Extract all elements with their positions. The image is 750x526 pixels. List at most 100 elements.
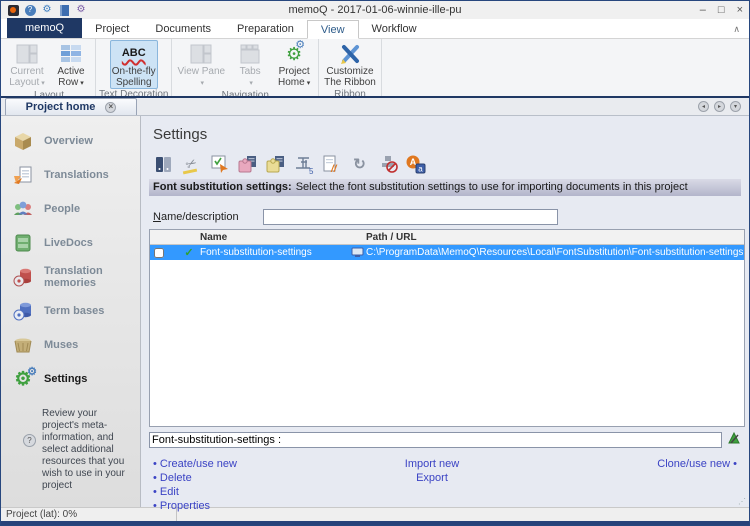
svg-text:a: a: [418, 164, 423, 173]
edit-resource-icon[interactable]: [727, 431, 741, 449]
tab-workflow[interactable]: Workflow: [359, 19, 430, 38]
people-icon: [9, 197, 37, 221]
clone-use-new-link[interactable]: Clone/use new: [657, 458, 737, 472]
autocorrect-document-icon[interactable]: //: [319, 152, 344, 175]
status-bar: Project (lat): 0%: [1, 507, 749, 521]
livedocs-cabinet-icon: [9, 231, 37, 255]
forward-button[interactable]: ▸: [714, 101, 725, 112]
rows-icon: [52, 41, 90, 66]
resize-grip[interactable]: ⋰: [738, 497, 747, 506]
settings-pane: Settings ✂ 5: [141, 116, 749, 507]
current-layout-button[interactable]: Current Layout▾: [6, 40, 48, 90]
ribbon-tab-strip: memoQ Project Documents Preparation View…: [1, 19, 749, 39]
action-links: Create/use new Delete Edit Properties Im…: [149, 458, 741, 507]
svg-text://: //: [330, 164, 338, 175]
title-bar: ? ⚙ ⚙ memoQ - 2017-01-06-winnie-ille-pu …: [1, 1, 749, 19]
sidebar-item-translation-memories[interactable]: Translation memories: [1, 260, 140, 294]
ribbon-group-ribbon: Customize The Ribbon Ribbon: [319, 39, 382, 96]
name-description-input[interactable]: [263, 209, 558, 225]
ignore-lists-stamp-icon[interactable]: [375, 152, 400, 175]
properties-link[interactable]: Properties: [153, 500, 237, 514]
edit-link[interactable]: Edit: [153, 486, 237, 500]
font-substitution-icon[interactable]: Aa: [403, 152, 428, 175]
delete-link[interactable]: Delete: [153, 472, 237, 486]
window-title: memoQ - 2017-01-06-winnie-ille-pu: [1, 4, 749, 16]
maximize-button[interactable]: □: [718, 4, 725, 16]
pane-tab-strip: Project home × ◂ ▸ ▾: [1, 98, 749, 116]
term-bases-icon: [9, 299, 37, 323]
default-check-icon: ✓: [180, 246, 198, 259]
table-header-row: Name Path / URL: [150, 230, 744, 245]
dropdown-icon: ▾: [249, 80, 253, 87]
resource-name-cell: Font-substitution-settings: [198, 247, 348, 258]
project-home-gears-icon: ⚙⚙: [275, 41, 313, 66]
tab-project[interactable]: Project: [82, 19, 142, 38]
page-title: Settings: [153, 126, 741, 143]
resource-path-cell: C:\ProgramData\MemoQ\Resources\Local\Fon…: [366, 247, 744, 258]
sync-gears-icon[interactable]: ⚙: [41, 4, 53, 16]
active-row-button[interactable]: Active Row▾: [50, 40, 92, 90]
dropdown-icon: ▾: [307, 80, 311, 87]
muses-basket-icon: [9, 333, 37, 357]
resource-console-icon[interactable]: [58, 4, 70, 16]
settings-gear-icon: ⚙⚙: [9, 367, 37, 391]
crossed-pencils-icon: [324, 41, 376, 66]
customize-ribbon-button[interactable]: Customize The Ribbon: [322, 40, 378, 89]
import-new-link[interactable]: Import new: [387, 458, 477, 472]
create-use-new-link[interactable]: Create/use new: [153, 458, 237, 472]
sidebar-item-term-bases[interactable]: Term bases: [1, 294, 140, 328]
project-home-sidebar: Overview Translations People LiveDocs: [1, 116, 141, 507]
settings-help-text: Review your project's meta-information, …: [42, 408, 135, 492]
row-checkbox[interactable]: [154, 248, 164, 258]
help-icon[interactable]: ?: [24, 4, 36, 16]
memoq-window: ? ⚙ ⚙ memoQ - 2017-01-06-winnie-ille-pu …: [0, 0, 750, 526]
pink-puzzle-settings-icon[interactable]: [235, 152, 260, 175]
tm-settings-binders-icon[interactable]: [151, 152, 176, 175]
on-the-fly-spelling-button[interactable]: ABC On-the-fly Spelling: [110, 40, 158, 89]
sidebar-item-translations[interactable]: Translations: [1, 158, 140, 192]
project-home-button[interactable]: ⚙⚙ Project Home▾: [273, 40, 315, 90]
view-pane-icon: [177, 41, 225, 66]
segmentation-scissors-icon[interactable]: ✂: [179, 152, 204, 175]
sidebar-item-people[interactable]: People: [1, 192, 140, 226]
ribbon: Current Layout▾ Active Row▾ Layout ABC O…: [1, 39, 749, 96]
sidebar-item-overview[interactable]: Overview: [1, 124, 140, 158]
column-header-path[interactable]: Path / URL: [366, 232, 744, 243]
back-button[interactable]: ◂: [698, 101, 709, 112]
ribbon-group-navigation: View Pane ▾ Tabs ▾ ⚙⚙ Project Home▾ Navi…: [172, 39, 319, 96]
column-header-name[interactable]: Name: [198, 232, 348, 243]
layout-icon: [8, 41, 46, 66]
collapse-ribbon-icon[interactable]: ∧: [733, 24, 740, 35]
tab-preparation[interactable]: Preparation: [224, 19, 307, 38]
tab-memoq[interactable]: memoQ: [7, 18, 82, 38]
selected-resource-input[interactable]: [149, 432, 722, 448]
auto-update-arrow-icon[interactable]: ↻: [347, 152, 372, 175]
tabs-button[interactable]: Tabs ▾: [229, 40, 271, 90]
qa-settings-icon[interactable]: [207, 152, 232, 175]
export-link[interactable]: Export: [387, 472, 477, 486]
table-row[interactable]: ✓ Font-substitution-settings C:\ProgramD…: [150, 245, 744, 260]
tab-view[interactable]: View: [307, 20, 359, 39]
translation-memories-icon: [9, 265, 37, 289]
options-gear-icon[interactable]: ⚙: [75, 4, 87, 16]
view-pane-button[interactable]: View Pane ▾: [175, 40, 227, 90]
yellow-puzzle-settings-icon[interactable]: [263, 152, 288, 175]
banner-text: Select the font substitution settings to…: [296, 181, 688, 193]
tabs-icon: [231, 41, 269, 66]
tab-documents[interactable]: Documents: [142, 19, 224, 38]
non-translatable-cjk-icon[interactable]: 5: [291, 152, 316, 175]
memoq-logo-icon[interactable]: [7, 4, 19, 16]
sidebar-item-livedocs[interactable]: LiveDocs: [1, 226, 140, 260]
close-button[interactable]: ×: [737, 4, 743, 16]
minimize-button[interactable]: –: [700, 4, 706, 16]
project-home-tab-label: Project home: [26, 101, 96, 113]
sidebar-item-settings[interactable]: ⚙⚙ Settings: [1, 362, 140, 396]
project-home-tab[interactable]: Project home ×: [5, 98, 137, 115]
banner-bold-label: Font substitution settings:: [153, 181, 292, 193]
local-resource-icon: [348, 247, 366, 258]
quick-access-toolbar: ? ⚙ ⚙: [7, 4, 87, 16]
sidebar-item-muses[interactable]: Muses: [1, 328, 140, 362]
tab-close-icon[interactable]: ×: [105, 102, 116, 113]
tab-list-dropdown-button[interactable]: ▾: [730, 101, 741, 112]
overview-box-icon: [9, 129, 37, 153]
